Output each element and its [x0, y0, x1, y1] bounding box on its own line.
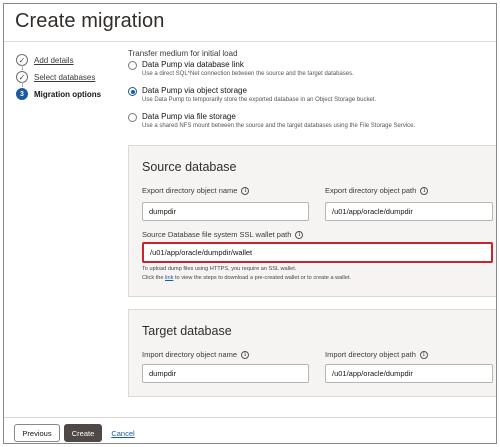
create-button[interactable]: Create	[64, 424, 102, 442]
source-database-title: Source database	[142, 160, 237, 174]
target-database-title: Target database	[142, 324, 232, 338]
field-label-text: Import directory object path	[325, 350, 416, 359]
dialog-footer: Previous Create Cancel	[4, 417, 496, 443]
source-database-panel: Source database Export directory object …	[128, 145, 496, 297]
export-dir-name-label: Export directory object name i	[142, 186, 250, 195]
wizard-steps: ✓ Add details ✓ Select databases 3 Migra…	[16, 52, 126, 102]
step-migration-options: 3 Migration options	[16, 86, 126, 102]
radio-description: Use a shared NFS mount between the sourc…	[142, 123, 416, 129]
field-label-text: Export directory object name	[142, 186, 238, 195]
radio-option-object-storage[interactable]: Data Pump via object storage Use Data Pu…	[128, 86, 496, 112]
export-dir-path-label: Export directory object path i	[325, 186, 429, 195]
field-label-text: Source Database file system SSL wallet p…	[142, 230, 292, 239]
info-icon[interactable]: i	[241, 186, 250, 195]
field-label-text: Export directory object path	[325, 186, 417, 195]
step-label: Migration options	[34, 89, 102, 99]
target-database-panel: Target database Import directory object …	[128, 309, 496, 397]
page-title: Create migration	[15, 10, 165, 32]
import-dir-name-input[interactable]: dumpdir	[142, 364, 309, 383]
info-icon[interactable]: i	[420, 186, 429, 195]
create-migration-dialog: Create migration ✓ Add details ✓ Select …	[3, 3, 497, 444]
radio-button-checked[interactable]	[128, 87, 137, 96]
radio-label: Data Pump via object storage	[142, 86, 247, 95]
step-label[interactable]: Add details	[34, 56, 74, 65]
radio-label: Data Pump via database link	[142, 60, 244, 69]
export-dir-path-input[interactable]: /u01/app/oracle/dumpdir	[325, 202, 493, 221]
step-add-details[interactable]: ✓ Add details	[16, 52, 126, 70]
step-select-databases[interactable]: ✓ Select databases	[16, 69, 126, 87]
wallet-hint-line2: Click the link to view the steps to down…	[142, 274, 351, 283]
previous-button[interactable]: Previous	[14, 424, 60, 442]
transfer-medium-label: Transfer medium for initial load	[128, 49, 238, 58]
transfer-medium-radio-group: Data Pump via database link Use a direct…	[128, 60, 496, 138]
import-dir-path-input[interactable]: /u01/app/oracle/dumpdir	[325, 364, 493, 383]
radio-option-file-storage[interactable]: Data Pump via file storage Use a shared …	[128, 112, 496, 138]
hint-text: to view the steps to download a pre-crea…	[173, 275, 351, 281]
title-divider	[4, 41, 496, 42]
export-dir-name-input[interactable]: dumpdir	[142, 202, 309, 221]
import-dir-path-label: Import directory object path i	[325, 350, 428, 359]
info-icon[interactable]: i	[419, 350, 428, 359]
field-label-text: Import directory object name	[142, 350, 238, 359]
ssl-wallet-path-label: Source Database file system SSL wallet p…	[142, 230, 304, 239]
step-number-icon: 3	[16, 88, 28, 100]
hint-text: Click the	[142, 275, 166, 281]
info-icon[interactable]: i	[241, 350, 250, 359]
ssl-wallet-path-input[interactable]: /u01/app/oracle/dumpdir/wallet	[142, 242, 493, 263]
radio-label: Data Pump via file storage	[142, 112, 236, 121]
step-label[interactable]: Select databases	[34, 73, 95, 82]
info-icon[interactable]: i	[295, 230, 304, 239]
radio-button[interactable]	[128, 61, 137, 70]
cancel-link[interactable]: Cancel	[108, 424, 138, 442]
radio-button[interactable]	[128, 113, 137, 122]
radio-option-database-link[interactable]: Data Pump via database link Use a direct…	[128, 60, 496, 86]
import-dir-name-label: Import directory object name i	[142, 350, 250, 359]
radio-description: Use a direct SQL*Net connection between …	[142, 71, 354, 77]
radio-description: Use Data Pump to temporarily store the e…	[142, 97, 377, 103]
wallet-hint-line1: To upload dump files using HTTPS, you re…	[142, 266, 297, 272]
